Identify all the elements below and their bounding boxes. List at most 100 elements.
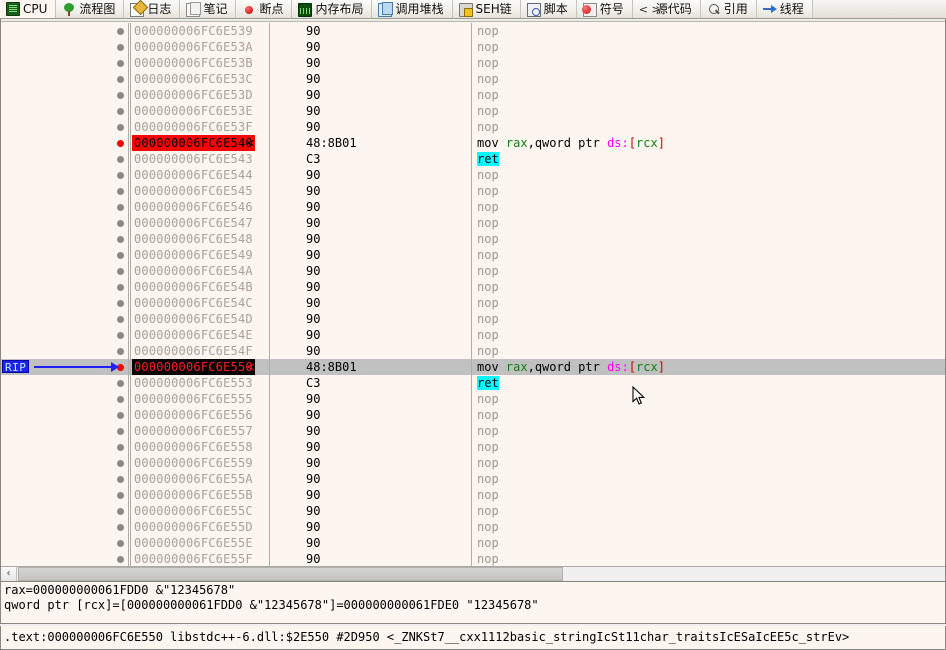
disassembly-row[interactable]: 000000006FC6E556 90 nop [1, 407, 945, 423]
row-gutter[interactable] [1, 535, 129, 551]
disassembly-row[interactable]: 000000006FC6E540 <48:8B01 mov rax,qword pt… [1, 135, 945, 151]
instruction-dot-icon[interactable] [117, 476, 124, 483]
disassembly-row[interactable]: 000000006FC6E555 90 nop [1, 391, 945, 407]
instruction-dot-icon[interactable] [117, 284, 124, 291]
instruction-dot-icon[interactable] [117, 76, 124, 83]
disassembly-row[interactable]: 000000006FC6E55C 90 nop [1, 503, 945, 519]
disassembly-row[interactable]: 000000006FC6E53E 90 nop [1, 103, 945, 119]
row-gutter[interactable] [1, 103, 129, 119]
row-gutter[interactable] [1, 215, 129, 231]
disassembly-row[interactable]: 000000006FC6E553 C3 ret [1, 375, 945, 391]
disassembly-row[interactable]: 000000006FC6E53A 90 nop [1, 39, 945, 55]
instruction-dot-icon[interactable] [117, 316, 124, 323]
instruction-dot-icon[interactable] [117, 444, 124, 451]
disassembly-row[interactable]: 000000006FC6E543 C3 ret [1, 151, 945, 167]
row-gutter[interactable] [1, 423, 129, 439]
row-gutter[interactable] [1, 551, 129, 567]
instruction-dot-icon[interactable] [117, 28, 124, 35]
instruction-dot-icon[interactable] [117, 172, 124, 179]
row-gutter[interactable] [1, 135, 129, 151]
row-gutter[interactable] [1, 39, 129, 55]
row-gutter[interactable] [1, 311, 129, 327]
instruction-dot-icon[interactable] [117, 188, 124, 195]
row-gutter[interactable] [1, 167, 129, 183]
disassembly-row[interactable]: 000000006FC6E55F 90 nop [1, 551, 945, 567]
instruction-dot-icon[interactable] [117, 348, 124, 355]
disassembly-row[interactable]: 000000006FC6E548 90 nop [1, 231, 945, 247]
disassembly-row[interactable]: 000000006FC6E53B 90 nop [1, 55, 945, 71]
instruction-dot-icon[interactable] [117, 428, 124, 435]
horizontal-scrollbar[interactable]: ‹ [1, 566, 945, 581]
instruction-dot-icon[interactable] [117, 524, 124, 531]
disassembly-row[interactable]: 000000006FC6E54D 90 nop [1, 311, 945, 327]
row-gutter[interactable] [1, 119, 129, 135]
instruction-dot-icon[interactable] [117, 236, 124, 243]
instruction-dot-icon[interactable] [117, 300, 124, 307]
instruction-dot-icon[interactable] [117, 492, 124, 499]
instruction-dot-icon[interactable] [117, 220, 124, 227]
disassembly-row[interactable]: 000000006FC6E545 90 nop [1, 183, 945, 199]
row-gutter[interactable] [1, 519, 129, 535]
row-gutter[interactable] [1, 407, 129, 423]
disassembly-row[interactable]: 000000006FC6E54A 90 nop [1, 263, 945, 279]
row-gutter[interactable] [1, 231, 129, 247]
disassembly-row[interactable]: 000000006FC6E559 90 nop [1, 455, 945, 471]
row-gutter[interactable] [1, 391, 129, 407]
row-gutter[interactable] [1, 295, 129, 311]
disassembly-row[interactable]: 000000006FC6E55B 90 nop [1, 487, 945, 503]
tab-symbols[interactable]: 符号 [576, 0, 633, 18]
instruction-dot-icon[interactable] [117, 44, 124, 51]
instruction-dot-icon[interactable] [117, 396, 124, 403]
tab-memory-map[interactable]: 内存布局 [292, 0, 373, 18]
row-gutter[interactable] [1, 279, 129, 295]
disassembly-row[interactable]: 000000006FC6E539 90 nop [1, 23, 945, 39]
row-gutter[interactable] [1, 471, 129, 487]
tab-seh-chain[interactable]: SEH链 [452, 0, 521, 18]
disassembly-pane[interactable]: 000000006FC6E539 90 nop 000000006FC6E53A 90 n… [0, 19, 946, 582]
breakpoint-dot-icon[interactable] [117, 140, 124, 147]
row-gutter[interactable] [1, 151, 129, 167]
row-gutter[interactable] [1, 263, 129, 279]
disassembly-row[interactable]: 000000006FC6E549 90 nop [1, 247, 945, 263]
tab-threads[interactable]: 线程 [756, 0, 813, 18]
tab-cpu-chip[interactable]: CPU [0, 0, 57, 18]
instruction-dot-icon[interactable] [117, 556, 124, 563]
tab-log[interactable]: 日志 [124, 0, 181, 18]
instruction-dot-icon[interactable] [117, 92, 124, 99]
instruction-dot-icon[interactable] [117, 412, 124, 419]
scrollbar-thumb[interactable] [18, 567, 563, 581]
disassembly-row[interactable]: 000000006FC6E54B 90 nop [1, 279, 945, 295]
row-gutter[interactable] [1, 503, 129, 519]
instruction-dot-icon[interactable] [117, 60, 124, 67]
disassembly-row[interactable]: 000000006FC6E557 90 nop [1, 423, 945, 439]
info-panel[interactable]: rax=000000000061FDD0 &"12345678" qword p… [0, 582, 946, 624]
instruction-dot-icon[interactable] [117, 124, 124, 131]
row-gutter[interactable] [1, 199, 129, 215]
row-gutter[interactable] [1, 87, 129, 103]
row-gutter[interactable] [1, 55, 129, 71]
disassembly-row[interactable]: 000000006FC6E55D 90 nop [1, 519, 945, 535]
disassembly-row[interactable]: 000000006FC6E550 <48:8B01 mov rax,qword pt… [1, 359, 945, 375]
row-gutter[interactable] [1, 23, 129, 39]
disassembly-rows[interactable]: 000000006FC6E539 90 nop 000000006FC6E53A 90 n… [1, 23, 945, 581]
instruction-dot-icon[interactable] [117, 508, 124, 515]
instruction-dot-icon[interactable] [117, 204, 124, 211]
tab-references[interactable]: 引用 [700, 0, 757, 18]
disassembly-row[interactable]: 000000006FC6E54C 90 nop [1, 295, 945, 311]
tab-flow-graph[interactable]: 流程图 [56, 0, 125, 18]
tab-breakpoint[interactable]: 断点 [236, 0, 293, 18]
row-gutter[interactable] [1, 487, 129, 503]
disassembly-row[interactable]: 000000006FC6E54F 90 nop [1, 343, 945, 359]
breakpoint-dot-icon[interactable] [117, 364, 124, 371]
row-gutter[interactable] [1, 247, 129, 263]
disassembly-row[interactable]: 000000006FC6E544 90 nop [1, 167, 945, 183]
row-gutter[interactable] [1, 455, 129, 471]
instruction-dot-icon[interactable] [117, 156, 124, 163]
instruction-dot-icon[interactable] [117, 108, 124, 115]
disassembly-row[interactable]: 000000006FC6E53F 90 nop [1, 119, 945, 135]
row-gutter[interactable] [1, 439, 129, 455]
row-gutter[interactable] [1, 327, 129, 343]
disassembly-row[interactable]: 000000006FC6E55E 90 nop [1, 535, 945, 551]
instruction-dot-icon[interactable] [117, 540, 124, 547]
instruction-dot-icon[interactable] [117, 380, 124, 387]
